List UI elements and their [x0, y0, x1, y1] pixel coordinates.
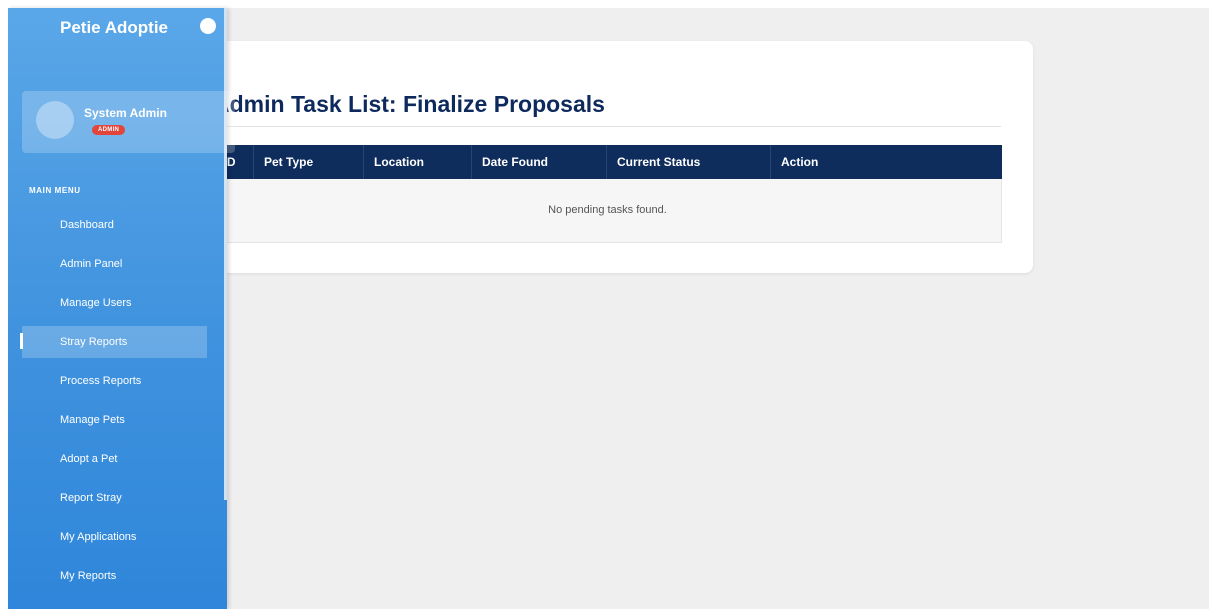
- column-header-current-status[interactable]: Current Status: [606, 145, 771, 179]
- sidebar-item-process-reports[interactable]: Process Reports: [60, 365, 220, 397]
- table-row: No pending tasks found.: [213, 179, 1002, 243]
- sidebar-item-my-applications[interactable]: My Applications: [60, 521, 220, 553]
- sidebar-toggle-icon[interactable]: [200, 18, 216, 34]
- sidebar-item-report-stray[interactable]: Report Stray: [60, 482, 220, 514]
- role-badge: ADMIN: [92, 125, 126, 135]
- column-header-location[interactable]: Location: [363, 145, 472, 179]
- sidebar-item-dashboard[interactable]: Dashboard: [60, 209, 220, 241]
- column-header-pet-type[interactable]: Pet Type: [253, 145, 364, 179]
- title-divider: [213, 126, 1001, 127]
- avatar: [36, 101, 74, 139]
- table-header-row: ID Pet Type Location Date Found Current …: [213, 145, 1002, 179]
- sidebar-item-adopt-a-pet[interactable]: Adopt a Pet: [60, 443, 220, 475]
- brand-logo-text[interactable]: Petie Adoptie: [60, 18, 168, 38]
- tasks-table: ID Pet Type Location Date Found Current …: [213, 145, 1002, 243]
- main-menu-label: MAIN MENU: [29, 186, 81, 195]
- page-title: Admin Task List: Finalize Proposals: [213, 91, 605, 117]
- column-header-action[interactable]: Action: [770, 145, 1002, 179]
- sidebar-item-my-reports[interactable]: My Reports: [60, 560, 220, 592]
- sidebar-item-manage-users[interactable]: Manage Users: [60, 287, 220, 319]
- app-window: Admin Task List: Finalize Proposals ID P…: [0, 0, 1209, 609]
- sidebar-item-manage-pets[interactable]: Manage Pets: [60, 404, 220, 436]
- sidebar-item-admin-panel[interactable]: Admin Panel: [60, 248, 220, 280]
- sidebar-scrollbar[interactable]: [224, 8, 227, 500]
- active-item-indicator: [20, 333, 23, 349]
- empty-state-message: No pending tasks found.: [213, 179, 1002, 243]
- column-header-date-found[interactable]: Date Found: [471, 145, 607, 179]
- sidebar-item-stray-reports[interactable]: Stray Reports: [22, 326, 207, 358]
- profile-name: System Admin: [84, 106, 167, 120]
